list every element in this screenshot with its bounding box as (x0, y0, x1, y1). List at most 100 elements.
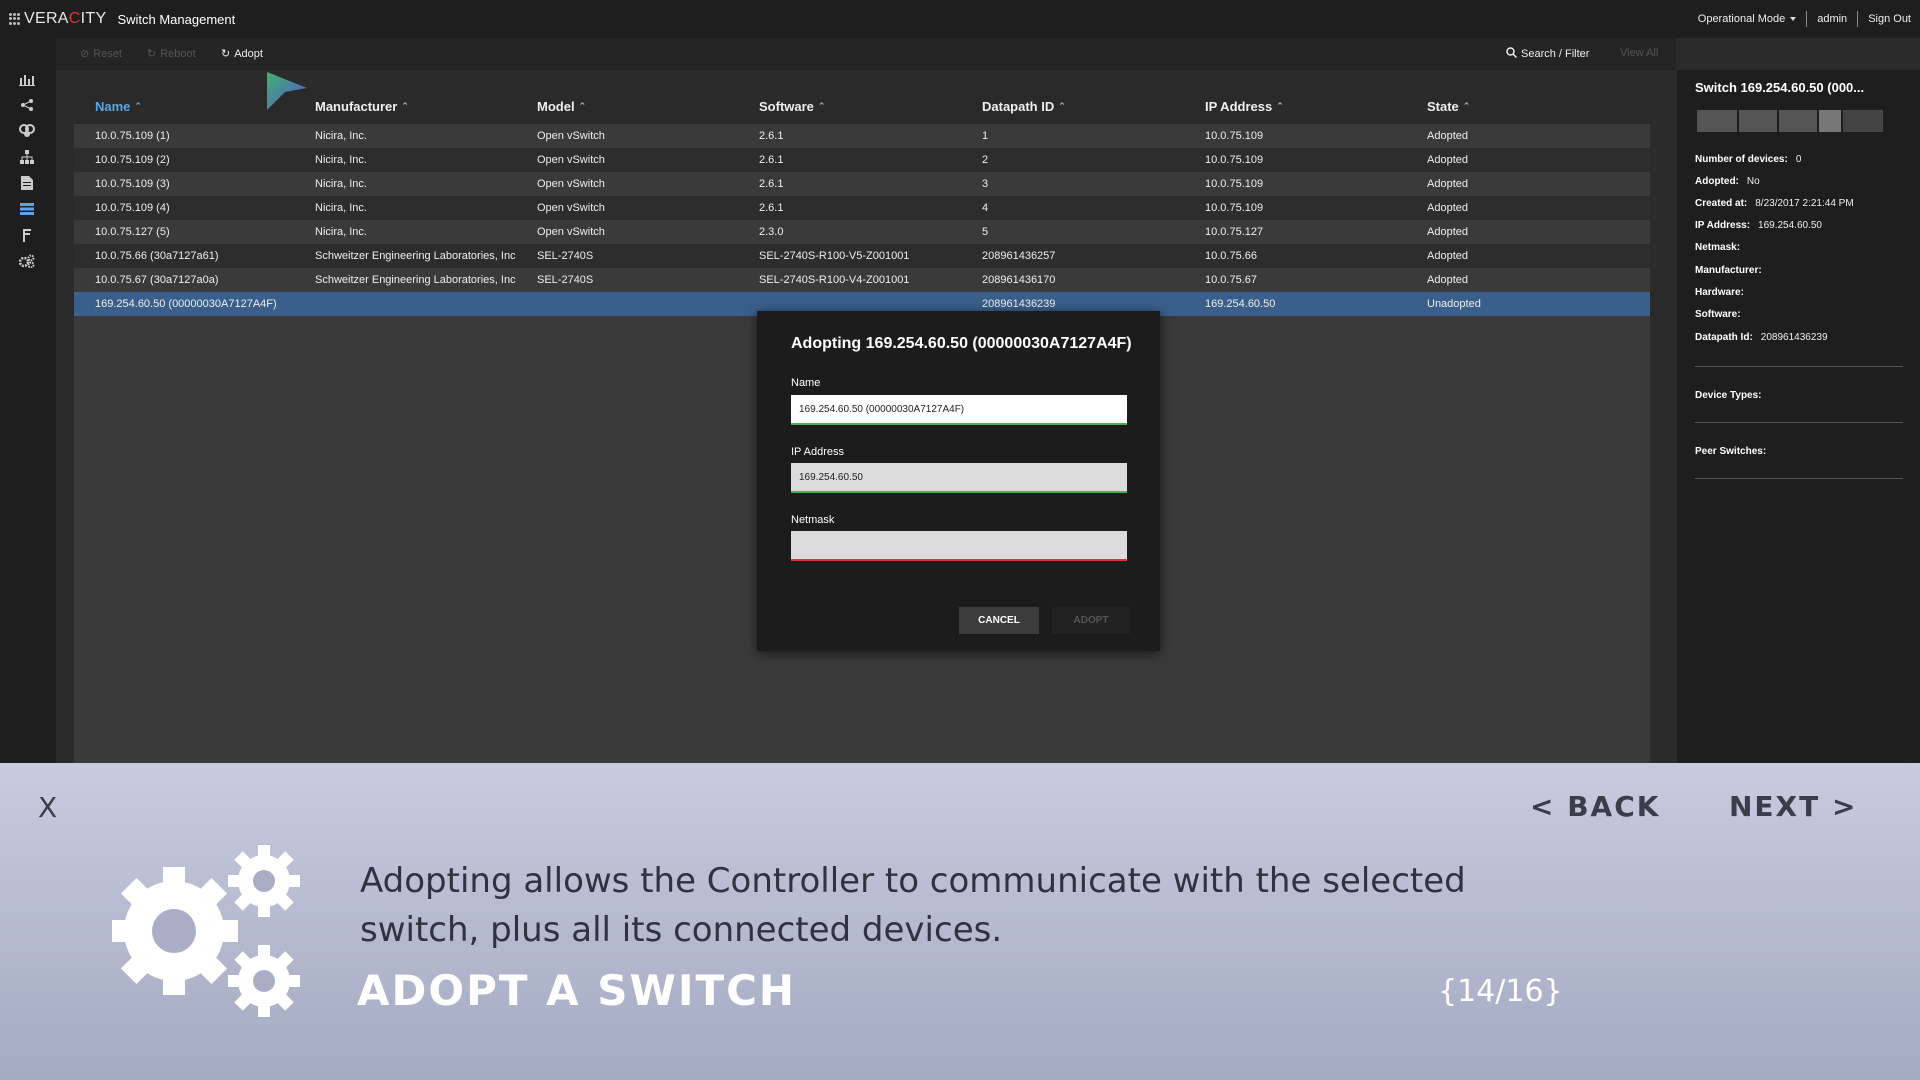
devices-icon[interactable] (19, 123, 35, 139)
detail-adopted: Adopted: No (1695, 176, 1760, 187)
table-cell: 10.0.75.109 (4) (95, 202, 170, 214)
ip-address-field[interactable] (791, 463, 1127, 493)
column-header-model[interactable]: Model ⌃ (537, 99, 586, 114)
table-header: Name ⌃ Manufacturer ⌃ Model ⌃ Software ⌃ Dat… (74, 88, 1650, 124)
flow-icon[interactable] (19, 227, 35, 243)
table-cell: SEL-2740S (537, 274, 594, 286)
refresh-icon: ↻ (221, 48, 231, 60)
mode-dropdown[interactable]: Operational Mode (1698, 13, 1797, 25)
table-cell: 208961436170 (982, 274, 1056, 286)
table-cell: Adopted (1427, 250, 1468, 262)
table-cell: Open vSwitch (537, 226, 605, 238)
table-cell: SEL-2740S (537, 250, 594, 262)
table-cell: Adopted (1427, 154, 1468, 166)
sort-icon: ⌃ (134, 101, 142, 111)
table-row[interactable]: 10.0.75.127 (5) Nicira, Inc. Open vSwitch 2… (74, 220, 1650, 244)
search-icon (1506, 47, 1518, 61)
sort-icon: ⌃ (1276, 101, 1284, 111)
table-row[interactable]: 10.0.75.67 (30a7127a0a) Schweitzer Engine… (74, 268, 1650, 292)
table-cell: Adopted (1427, 178, 1468, 190)
table-cell: Adopted (1427, 274, 1468, 286)
user-menu[interactable]: admin (1817, 13, 1847, 25)
table-cell: 10.0.75.66 (1205, 250, 1257, 262)
table-cell: 10.0.75.109 (1205, 178, 1264, 190)
table-cell: SEL-2740S-R100-V5-Z001001 (759, 250, 910, 262)
sort-icon: ⌃ (1462, 101, 1471, 111)
dialog-title: Adopting 169.254.60.50 (00000030A7127A4F… (791, 335, 1132, 352)
detail-ip-address: IP Address: 169.254.60.50 (1695, 220, 1822, 231)
tour-next-button[interactable]: NEXT > (1729, 790, 1857, 823)
table-cell: 10.0.75.127 (5) (95, 226, 170, 238)
table-cell: 10.0.75.66 (30a7127a61) (95, 250, 219, 262)
switch-ports-graphic (1697, 110, 1897, 132)
table-row[interactable]: 10.0.75.66 (30a7127a61) Schweitzer Engine… (74, 244, 1650, 268)
peer-switches-heading: Peer Switches: (1695, 446, 1767, 457)
divider (1695, 478, 1903, 479)
adopt-button[interactable]: ↻ Adopt (221, 47, 263, 61)
cancel-button[interactable]: CANCEL (959, 607, 1039, 634)
ip-address-label: IP Address (791, 446, 844, 458)
tour-back-button[interactable]: < BACK (1530, 790, 1660, 823)
tour-description: Adopting allows the Controller to commun… (360, 861, 1466, 950)
switch-list-icon[interactable] (19, 201, 35, 217)
table-cell: 2.3.0 (759, 226, 784, 238)
column-header-datapath-id[interactable]: Datapath ID ⌃ (982, 99, 1066, 114)
sign-out-link[interactable]: Sign Out (1868, 13, 1911, 25)
column-header-name[interactable]: Name ⌃ (95, 99, 142, 114)
table-cell: 208961436257 (982, 250, 1056, 262)
table-cell: Open vSwitch (537, 154, 605, 166)
sort-icon: ⌃ (578, 101, 587, 111)
table-cell: Open vSwitch (537, 130, 605, 142)
table-cell: Nicira, Inc. (315, 178, 367, 190)
table-cell: 10.0.75.109 (1205, 154, 1264, 166)
divider (1695, 366, 1903, 367)
table-row[interactable]: 10.0.75.109 (3) Nicira, Inc. Open vSwitch 2… (74, 172, 1650, 196)
table-cell: 2.6.1 (759, 154, 784, 166)
name-field[interactable] (791, 395, 1127, 425)
chart-icon[interactable] (19, 71, 35, 87)
share-icon[interactable] (19, 97, 35, 113)
table-cell: 1 (982, 130, 989, 142)
document-icon[interactable] (19, 175, 35, 191)
tour-overlay: X < BACK NEXT > Adopting allows the Cont… (0, 763, 1920, 1080)
settings-icon[interactable] (19, 253, 35, 269)
table-cell: 4 (982, 202, 989, 214)
divider (1695, 422, 1903, 423)
table-cell: Open vSwitch (537, 178, 605, 190)
table-cell: 3 (982, 178, 989, 190)
close-tour-button[interactable]: X (38, 791, 57, 824)
top-bar: VERACITY Switch Management Operational M… (0, 0, 1920, 38)
details-title: Switch 169.254.60.50 (000... (1695, 80, 1865, 95)
name-label: Name (791, 377, 821, 389)
table-cell: 5 (982, 226, 989, 238)
table-cell: 10.0.75.67 (1205, 274, 1257, 286)
column-header-ip-address[interactable]: IP Address ⌃ (1205, 99, 1284, 114)
view-all-button[interactable]: View All (1620, 47, 1658, 59)
chevron-down-icon (1790, 17, 1797, 22)
table-row[interactable]: 10.0.75.109 (4) Nicira, Inc. Open vSwitch 2… (74, 196, 1650, 220)
table-cell: 10.0.75.127 (1205, 226, 1264, 238)
netmask-label: Netmask (791, 514, 835, 526)
column-header-manufacturer[interactable]: Manufacturer ⌃ (315, 99, 409, 114)
table-cell: 2.6.1 (759, 202, 784, 214)
reboot-button[interactable]: ↻ Reboot (147, 47, 196, 61)
gears-icon (112, 845, 300, 1017)
netmask-field[interactable] (791, 531, 1127, 561)
detail-hardware: Hardware: (1695, 287, 1744, 298)
table-cell: Adopted (1427, 226, 1468, 238)
table-cell: Schweitzer Engineering Laboratories, Inc (315, 250, 516, 262)
table-cell: Nicira, Inc. (315, 130, 367, 142)
veracity-logo[interactable]: VERACITY (9, 10, 106, 28)
search-filter-button[interactable]: Search / Filter (1506, 47, 1589, 61)
adopt-confirm-button[interactable]: ADOPT (1052, 607, 1130, 634)
table-row[interactable]: 10.0.75.109 (2) Nicira, Inc. Open vSwitch 2… (74, 148, 1650, 172)
column-header-software[interactable]: Software ⌃ (759, 99, 825, 114)
table-cell: 169.254.60.50 (1205, 298, 1276, 310)
reset-button[interactable]: ⊘ Reset (80, 47, 122, 61)
sort-icon: ⌃ (1058, 101, 1066, 111)
topology-icon[interactable] (19, 149, 35, 165)
table-row[interactable]: 10.0.75.109 (1) Nicira, Inc. Open vSwitch 2… (74, 124, 1650, 148)
column-header-state[interactable]: State ⌃ (1427, 99, 1470, 114)
table-cell: SEL-2740S-R100-V4-Z001001 (759, 274, 910, 286)
logo-text: VERACITY (24, 10, 107, 27)
